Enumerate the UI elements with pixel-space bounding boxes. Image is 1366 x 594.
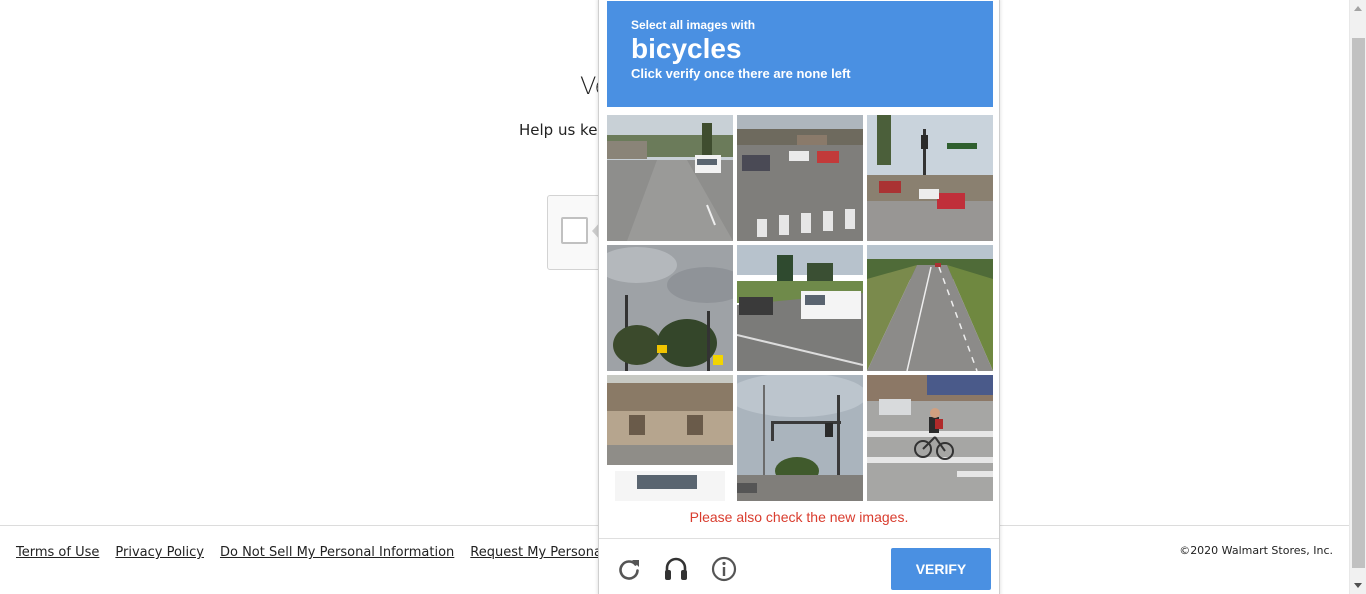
image-tile-3[interactable] bbox=[867, 115, 993, 241]
challenge-target: bicycles bbox=[631, 33, 742, 64]
challenge-prompt: Select all images with bbox=[631, 18, 756, 32]
image-tile-2[interactable] bbox=[737, 115, 863, 241]
image-tile-4[interactable] bbox=[607, 245, 733, 371]
verify-button[interactable]: VERIFY bbox=[891, 548, 991, 590]
challenge-header: Select all images with bicycles Click ve… bbox=[607, 1, 993, 107]
image-tile-5[interactable] bbox=[737, 245, 863, 371]
image-tile-8[interactable] bbox=[737, 375, 863, 501]
vertical-scrollbar[interactable] bbox=[1349, 0, 1366, 594]
tile-5-image bbox=[737, 245, 863, 371]
copyright-text: ©2020 Walmart Stores, Inc. bbox=[1179, 544, 1333, 557]
tile-1-image bbox=[607, 115, 733, 241]
scroll-down-arrow-icon[interactable] bbox=[1354, 583, 1362, 588]
info-icon[interactable] bbox=[710, 555, 738, 583]
tile-3-image bbox=[867, 115, 993, 241]
tile-8-image bbox=[737, 375, 863, 501]
footer-links: Terms of Use Privacy Policy Do Not Sell … bbox=[16, 545, 622, 560]
new-images-error: Please also check the new images. bbox=[689, 509, 909, 525]
scroll-up-arrow-icon[interactable] bbox=[1354, 6, 1362, 11]
tile-9-image bbox=[867, 375, 993, 501]
challenge-footer-divider bbox=[599, 538, 999, 539]
image-tile-1[interactable] bbox=[607, 115, 733, 241]
image-tile-6[interactable] bbox=[867, 245, 993, 371]
do-not-sell-link[interactable]: Do Not Sell My Personal Information bbox=[220, 545, 454, 560]
image-tile-9[interactable] bbox=[867, 375, 993, 501]
scroll-thumb[interactable] bbox=[1352, 38, 1365, 568]
challenge-instruction: Click verify once there are none left bbox=[631, 66, 851, 81]
privacy-policy-link[interactable]: Privacy Policy bbox=[115, 545, 204, 560]
terms-of-use-link[interactable]: Terms of Use bbox=[16, 545, 99, 560]
tile-2-image bbox=[737, 115, 863, 241]
tile-6-image bbox=[867, 245, 993, 371]
audio-headphones-icon[interactable] bbox=[662, 555, 690, 583]
recaptcha-checkbox[interactable] bbox=[561, 217, 588, 244]
image-grid bbox=[607, 115, 993, 501]
tile-7-image bbox=[607, 375, 733, 501]
image-tile-7[interactable] bbox=[607, 375, 733, 501]
tile-4-image bbox=[607, 245, 733, 371]
reload-icon[interactable] bbox=[615, 555, 643, 583]
page-subtext: Help us kee bbox=[519, 121, 607, 139]
captcha-challenge-popup: Select all images with bicycles Click ve… bbox=[598, 0, 1000, 594]
